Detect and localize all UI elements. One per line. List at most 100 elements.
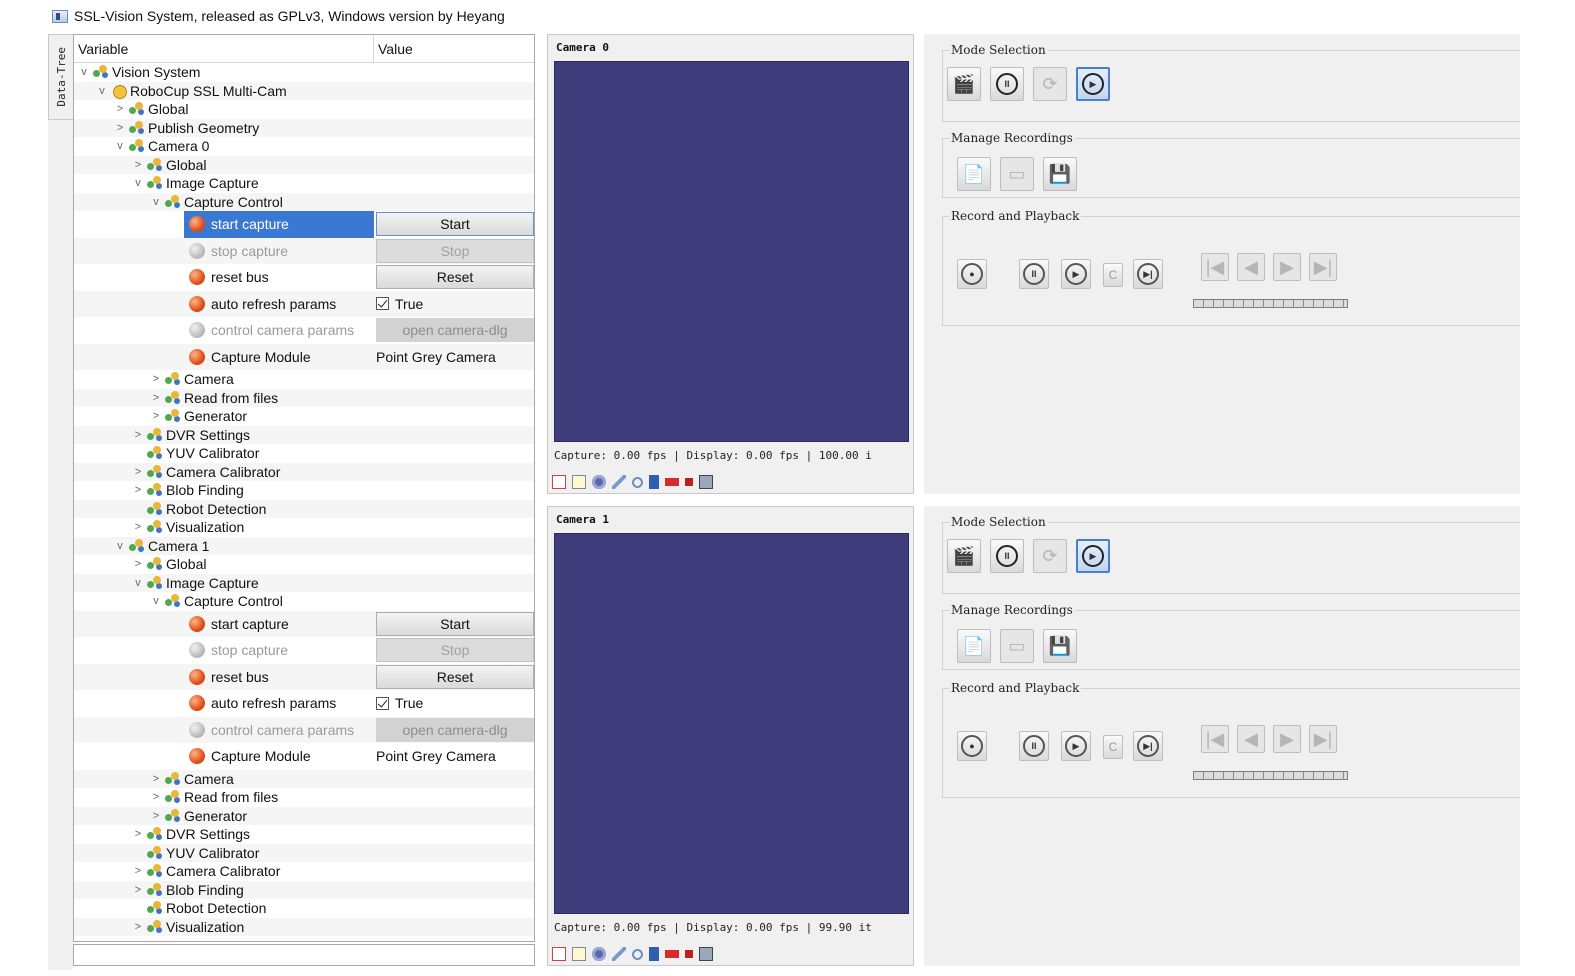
pen-icon[interactable] xyxy=(612,947,626,961)
pause-icon[interactable]: II xyxy=(1019,731,1049,761)
start-button[interactable]: Start xyxy=(376,212,534,237)
tree-row-param[interactable]: reset bus Reset xyxy=(74,663,534,690)
chevron-right-icon[interactable]: > xyxy=(132,865,144,877)
tree-row[interactable]: > Camera Calibrator xyxy=(74,462,534,481)
open-camera-dlg-button[interactable]: open camera-dlg xyxy=(376,717,534,742)
stop-icon[interactable] xyxy=(685,950,693,958)
zoom-icon[interactable] xyxy=(632,948,643,960)
chevron-down-icon[interactable]: v xyxy=(150,196,162,208)
tree-row[interactable]: v Capture Control xyxy=(74,192,534,211)
checkbox-checked-icon[interactable] xyxy=(376,297,389,311)
chevron-right-icon[interactable]: > xyxy=(150,791,162,803)
first-frame-icon[interactable]: |◀ xyxy=(1201,725,1229,753)
playback-slider[interactable] xyxy=(1193,299,1348,308)
chevron-down-icon[interactable]: v xyxy=(114,540,126,552)
chevron-right-icon[interactable]: > xyxy=(150,410,162,422)
pen-icon[interactable] xyxy=(612,475,626,489)
bookmark-icon[interactable] xyxy=(649,475,659,489)
tree-row[interactable]: > Generator xyxy=(74,407,534,426)
last-frame-icon[interactable]: ▶| xyxy=(1309,253,1337,281)
tree-row[interactable]: > Publish Geometry xyxy=(74,118,534,137)
chevron-right-icon[interactable]: > xyxy=(132,521,144,533)
tree-row-param[interactable]: stop capture Stop xyxy=(74,237,534,264)
open-icon[interactable] xyxy=(572,947,586,961)
tree-row[interactable]: v Image Capture xyxy=(74,174,534,193)
tree-row[interactable]: v Vision System xyxy=(74,63,534,82)
skip-icon[interactable]: ▶| xyxy=(1133,731,1163,761)
stop-button[interactable]: Stop xyxy=(376,638,534,663)
chevron-right-icon[interactable]: > xyxy=(132,828,144,840)
tree-row[interactable]: > DVR Settings xyxy=(74,425,534,444)
tree-row[interactable]: > Global xyxy=(74,100,534,119)
chevron-right-icon[interactable]: > xyxy=(114,103,126,115)
camera-0-view[interactable] xyxy=(554,61,909,442)
new-recording-icon[interactable]: 📄 xyxy=(957,157,991,191)
save-icon[interactable]: 💾 xyxy=(1043,157,1077,191)
tree-row[interactable]: YUV Calibrator xyxy=(74,444,534,463)
checkbox-checked-icon[interactable] xyxy=(376,696,389,710)
save-icon[interactable] xyxy=(699,475,713,489)
chevron-down-icon[interactable]: v xyxy=(150,595,162,607)
param-label[interactable]: auto refresh params xyxy=(184,291,374,318)
capture-module-value[interactable]: Point Grey Camera xyxy=(376,748,496,764)
reset-button[interactable]: Reset xyxy=(376,664,534,689)
chevron-right-icon[interactable]: > xyxy=(132,159,144,171)
auto-refresh-checkbox[interactable]: True xyxy=(376,296,423,312)
tree-row[interactable]: v Camera 1 xyxy=(74,536,534,555)
new-recording-icon[interactable]: 📄 xyxy=(957,629,991,663)
tree-row[interactable]: > Blob Finding xyxy=(74,481,534,500)
tree-row[interactable]: v RoboCup SSL Multi-Cam xyxy=(74,81,534,100)
auto-refresh-checkbox[interactable]: True xyxy=(376,695,423,711)
param-label[interactable]: stop capture xyxy=(184,637,374,664)
chevron-down-icon[interactable]: v xyxy=(114,140,126,152)
tree-row[interactable]: > Global xyxy=(74,155,534,174)
tree-row[interactable]: > Global xyxy=(74,555,534,574)
stop-icon[interactable] xyxy=(685,478,693,486)
start-button[interactable]: Start xyxy=(376,611,534,636)
play-icon[interactable]: ▶ xyxy=(1076,539,1110,573)
tree-row[interactable]: > Read from files xyxy=(74,788,534,807)
tree-row[interactable]: Robot Detection xyxy=(74,499,534,518)
flag-icon[interactable] xyxy=(665,478,679,486)
stop-button[interactable]: Stop xyxy=(376,238,534,263)
tree-row[interactable]: > Camera Calibrator xyxy=(74,862,534,881)
chevron-right-icon[interactable]: > xyxy=(150,773,162,785)
pause-icon[interactable]: II xyxy=(1019,259,1049,289)
bookmark-icon[interactable] xyxy=(649,947,659,961)
tree-row-param[interactable]: stop capture Stop xyxy=(74,637,534,664)
param-label[interactable]: control camera params xyxy=(184,717,374,744)
pause-icon[interactable]: II xyxy=(990,67,1024,101)
tree-row-param[interactable]: auto refresh params True xyxy=(74,290,534,318)
play-icon[interactable]: ▶ xyxy=(1061,259,1091,289)
save-icon[interactable] xyxy=(699,947,713,961)
tree-row-param[interactable]: start capture Start xyxy=(74,211,534,238)
tree-row[interactable]: > Camera xyxy=(74,769,534,788)
tree-row-param[interactable]: control camera params open camera-dlg xyxy=(74,716,534,744)
flag-icon[interactable] xyxy=(665,950,679,958)
film-clapper-icon[interactable]: 🎬 xyxy=(947,539,981,573)
tree-row[interactable]: > Blob Finding xyxy=(74,880,534,899)
step-icon[interactable]: C xyxy=(1103,735,1123,759)
param-label[interactable]: start capture xyxy=(184,611,374,638)
chevron-right-icon[interactable]: > xyxy=(132,466,144,478)
tree-row[interactable]: v Capture Control xyxy=(74,592,534,611)
target-icon[interactable] xyxy=(592,475,606,489)
chevron-down-icon[interactable]: v xyxy=(96,85,108,97)
monitor-icon[interactable]: ▭ xyxy=(1000,157,1034,191)
tree-row-param[interactable]: Capture Module Point Grey Camera xyxy=(74,343,534,370)
monitor-icon[interactable]: ▭ xyxy=(1000,629,1034,663)
capture-module-value[interactable]: Point Grey Camera xyxy=(376,349,496,365)
tree-row[interactable]: v Camera 0 xyxy=(74,137,534,156)
tree-row[interactable]: > Read from files xyxy=(74,388,534,407)
chevron-down-icon[interactable]: v xyxy=(78,66,90,78)
play-icon[interactable]: ▶ xyxy=(1061,731,1091,761)
zoom-icon[interactable] xyxy=(632,476,643,488)
param-label[interactable]: Capture Module xyxy=(184,743,374,770)
last-frame-icon[interactable]: ▶| xyxy=(1309,725,1337,753)
param-label[interactable]: auto refresh params xyxy=(184,690,374,717)
tree-row[interactable]: Robot Detection xyxy=(74,899,534,918)
tree-row[interactable]: > Visualization xyxy=(74,518,534,537)
tree-row[interactable]: > DVR Settings xyxy=(74,825,534,844)
chevron-right-icon[interactable]: > xyxy=(150,373,162,385)
refresh-icon[interactable]: ⟳ xyxy=(1033,539,1067,573)
